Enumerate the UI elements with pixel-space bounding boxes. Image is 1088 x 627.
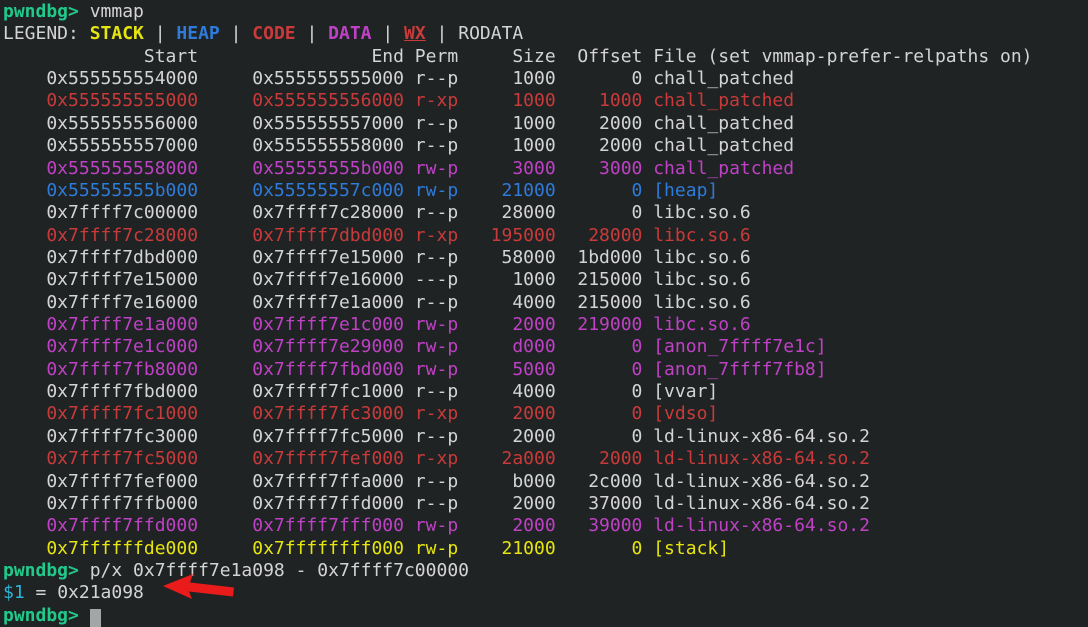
- vmmap-row: 0x7ffff7fc5000 0x7ffff7fef000 r-xp 2a000…: [3, 448, 1088, 470]
- vmmap-row: 0x7ffff7e1a000 0x7ffff7e1c000 rw-p 2000 …: [3, 314, 1088, 336]
- legend-separator: |: [372, 23, 405, 44]
- vmmap-rows: 0x555555554000 0x555555555000 r--p 1000 …: [3, 68, 1088, 560]
- vmmap-row: 0x7ffff7c00000 0x7ffff7c28000 r--p 28000…: [3, 202, 1088, 224]
- prompt-label: pwndbg>: [3, 605, 90, 626]
- vmmap-row: 0x555555555000 0x555555556000 r-xp 1000 …: [3, 90, 1088, 112]
- legend-separator: |: [296, 23, 329, 44]
- vmmap-header-row: Start End Perm Size Offset File (set vmm…: [3, 46, 1088, 68]
- legend-label: LEGEND:: [3, 23, 90, 44]
- vmmap-row: 0x555555556000 0x555555557000 r--p 1000 …: [3, 113, 1088, 135]
- legend-line: LEGEND: STACK | HEAP | CODE | DATA | WX …: [3, 23, 1088, 45]
- vmmap-row: 0x7ffff7e15000 0x7ffff7e16000 ---p 1000 …: [3, 269, 1088, 291]
- legend-separator: |: [426, 23, 459, 44]
- vmmap-row: 0x7ffff7fef000 0x7ffff7ffa000 r--p b000 …: [3, 471, 1088, 493]
- vmmap-row: 0x7ffff7fc3000 0x7ffff7fc5000 r--p 2000 …: [3, 426, 1088, 448]
- vmmap-row: 0x7ffff7fc1000 0x7ffff7fc3000 r-xp 2000 …: [3, 403, 1088, 425]
- vmmap-row: 0x7ffff7e1c000 0x7ffff7e29000 rw-p d000 …: [3, 336, 1088, 358]
- result-equals: =: [25, 582, 58, 603]
- result-variable: $1: [3, 582, 25, 603]
- vmmap-row: 0x555555554000 0x555555555000 r--p 1000 …: [3, 68, 1088, 90]
- calc-command-text: p/x 0x7ffff7e1a098 - 0x7ffff7c00000: [90, 560, 469, 581]
- legend-item-code: CODE: [252, 23, 295, 44]
- prompt-line: pwndbg>: [3, 605, 1088, 627]
- legend-separator: |: [144, 23, 177, 44]
- terminal-cursor: [90, 609, 101, 627]
- vmmap-row: 0x55555555b000 0x55555557c000 rw-p 21000…: [3, 180, 1088, 202]
- vmmap-command-text: vmmap: [90, 1, 144, 22]
- legend-item-stack: STACK: [90, 23, 144, 44]
- legend-item-data: DATA: [328, 23, 371, 44]
- vmmap-row: 0x7ffff7dbd000 0x7ffff7e15000 r--p 58000…: [3, 247, 1088, 269]
- legend-item-rodata: RODATA: [458, 23, 523, 44]
- vmmap-row: 0x7ffff7ffd000 0x7ffff7fff000 rw-p 2000 …: [3, 515, 1088, 537]
- legend-item-heap: HEAP: [176, 23, 219, 44]
- terminal[interactable]: pwndbg> vmmap LEGEND: STACK | HEAP | COD…: [0, 0, 1088, 627]
- prompt-label: pwndbg>: [3, 560, 90, 581]
- vmmap-row: 0x7ffff7e16000 0x7ffff7e1a000 r--p 4000 …: [3, 292, 1088, 314]
- legend-items: STACK | HEAP | CODE | DATA | WX | RODATA: [90, 23, 524, 44]
- result-value: 0x21a098: [57, 582, 144, 603]
- legend-item-wx: WX: [404, 23, 426, 44]
- vmmap-row: 0x555555558000 0x55555555b000 rw-p 3000 …: [3, 158, 1088, 180]
- vmmap-row: 0x7ffff7ffb000 0x7ffff7ffd000 r--p 2000 …: [3, 493, 1088, 515]
- vmmap-row: 0x7ffff7fb8000 0x7ffff7fbd000 rw-p 5000 …: [3, 359, 1088, 381]
- legend-separator: |: [220, 23, 253, 44]
- vmmap-row: 0x555555557000 0x555555558000 r--p 1000 …: [3, 135, 1088, 157]
- command-line-vmmap: pwndbg> vmmap: [3, 1, 1088, 23]
- annotation-arrow-icon: [157, 571, 238, 604]
- prompt-label: pwndbg>: [3, 1, 90, 22]
- vmmap-row: 0x7ffff7fbd000 0x7ffff7fc1000 r--p 4000 …: [3, 381, 1088, 403]
- vmmap-row: 0x7ffffffde000 0x7ffffffff000 rw-p 21000…: [3, 538, 1088, 560]
- vmmap-row: 0x7ffff7c28000 0x7ffff7dbd000 r-xp 19500…: [3, 225, 1088, 247]
